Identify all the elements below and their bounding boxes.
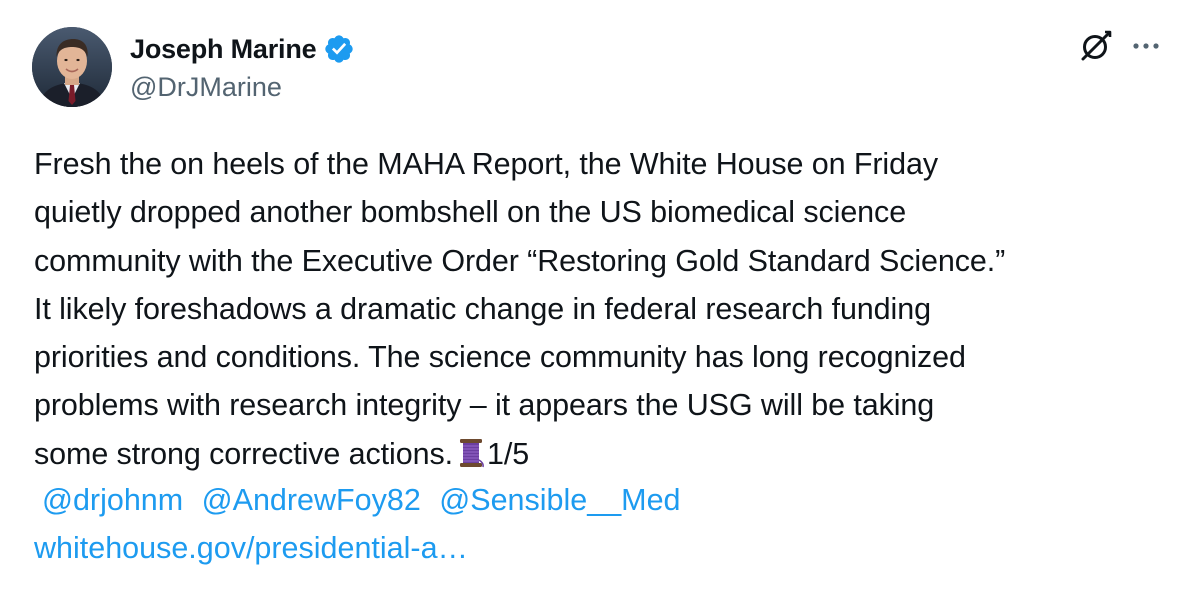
- mention-link[interactable]: @drjohnm: [42, 483, 183, 517]
- mention-link[interactable]: @AndrewFoy82: [202, 483, 421, 517]
- tweet-text-line: It likely foreshadows a dramatic change …: [34, 291, 931, 326]
- profile-photo-icon: [32, 27, 112, 107]
- tweet-text-line: some strong corrective actions.: [34, 436, 453, 471]
- author-handle[interactable]: @DrJMarine: [130, 72, 282, 103]
- tweet-text: Fresh the on heels of the MAHA Report, t…: [34, 140, 1154, 478]
- thread-count: 1/5: [487, 436, 530, 471]
- tweet-text-last-line: some strong corrective actions. 1/5: [34, 430, 1154, 478]
- tweet: Joseph Marine @DrJMarine Fresh the on he…: [0, 0, 1180, 592]
- tweet-text-line: problems with research integrity – it ap…: [34, 388, 935, 423]
- external-link[interactable]: whitehouse.gov/presidential-a…: [34, 531, 468, 565]
- mention-link[interactable]: @Sensible__Med: [439, 483, 680, 517]
- author-name-row: Joseph Marine: [130, 30, 355, 68]
- grok-icon[interactable]: [1078, 28, 1114, 64]
- external-link-row: whitehouse.gov/presidential-a…: [34, 524, 468, 572]
- author-display-name[interactable]: Joseph Marine: [130, 34, 317, 65]
- tweet-text-line: priorities and conditions. The science c…: [34, 340, 966, 375]
- tweet-text-line: quietly dropped another bombshell on the…: [34, 195, 907, 230]
- spool-of-thread-icon: [460, 438, 484, 467]
- tweet-text-line: community with the Executive Order “Rest…: [34, 243, 1006, 278]
- avatar[interactable]: [32, 27, 112, 107]
- more-dots-icon[interactable]: [1128, 32, 1164, 60]
- tweet-text-line: Fresh the on heels of the MAHA Report, t…: [34, 147, 938, 181]
- verified-badge-icon[interactable]: [323, 33, 355, 65]
- mentions-row: @drjohnm @AndrewFoy82 @Sensible__Med: [34, 476, 681, 524]
